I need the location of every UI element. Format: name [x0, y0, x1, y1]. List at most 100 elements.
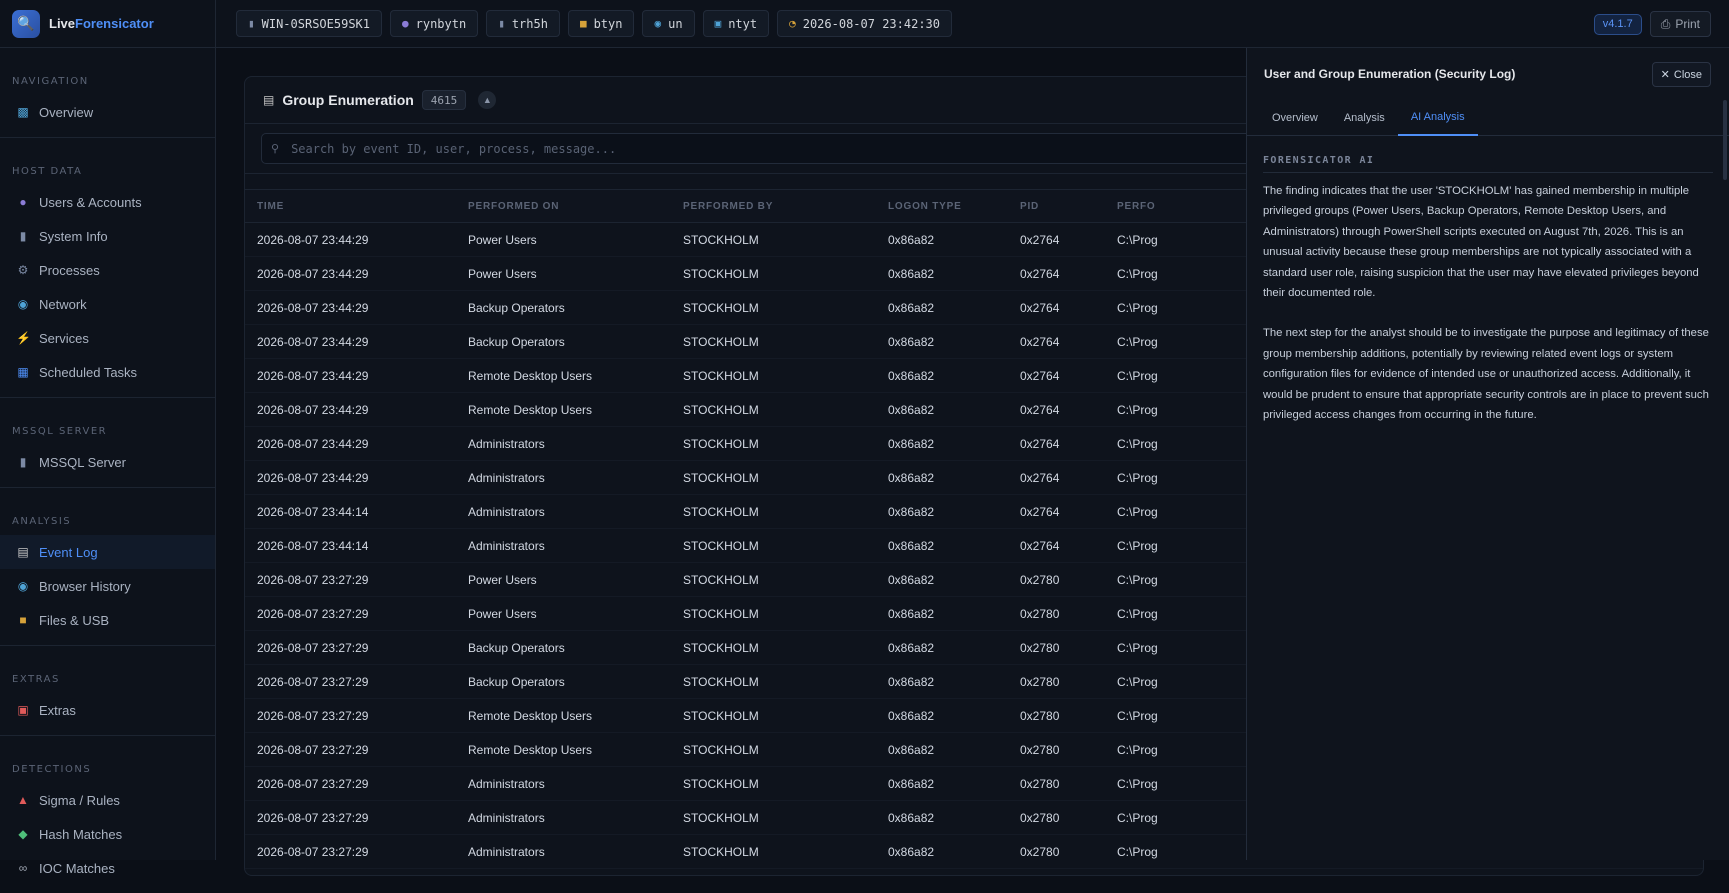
sidebar-item-services[interactable]: ⚡ Services: [0, 321, 215, 355]
cell-pid: 0x2764: [1020, 437, 1060, 451]
cell-performed-on: Administrators: [468, 845, 545, 859]
sidebar-item-browser-history[interactable]: ◉ Browser History: [0, 569, 215, 603]
cell-time: 2026-08-07 23:27:29: [257, 607, 369, 621]
ai-analysis-text: The finding indicates that the user 'STO…: [1263, 181, 1709, 425]
sidebar-item-mssql[interactable]: ▮ MSSQL Server: [0, 445, 215, 479]
user-icon: ●: [402, 17, 409, 30]
sidebar-item-users[interactable]: ● Users & Accounts: [0, 185, 215, 219]
column-header-pid[interactable]: PID: [1020, 201, 1039, 212]
cell-performed-by: STOCKHOLM: [683, 777, 759, 791]
cell-performed-by: STOCKHOLM: [683, 403, 759, 417]
chip-user[interactable]: ● rynbytn: [390, 10, 479, 37]
column-header-performed-via[interactable]: PERFO: [1117, 201, 1155, 212]
toolbox-icon: ▣: [17, 703, 29, 717]
cell-performed-via: C:\Prog: [1117, 573, 1158, 587]
cell-logon-type: 0x86a82: [888, 539, 935, 553]
cell-time: 2026-08-07 23:27:29: [257, 845, 369, 859]
cell-pid: 0x2764: [1020, 301, 1060, 315]
sidebar-item-sigma-rules[interactable]: ▲ Sigma / Rules: [0, 783, 215, 817]
sidebar-item-ioc-matches[interactable]: ∞ IOC Matches: [0, 851, 215, 885]
panel-title: User and Group Enumeration (Security Log…: [1264, 67, 1516, 81]
cell-performed-by: STOCKHOLM: [683, 301, 759, 315]
cell-time: 2026-08-07 23:44:29: [257, 335, 369, 349]
cell-pid: 0x2764: [1020, 471, 1060, 485]
print-button[interactable]: ⎙ Print: [1649, 11, 1711, 37]
cell-logon-type: 0x86a82: [888, 709, 935, 723]
search-input[interactable]: [291, 141, 1292, 156]
cell-performed-by: STOCKHOLM: [683, 233, 759, 247]
folder-icon: ■: [19, 613, 27, 627]
tab-overview[interactable]: Overview: [1259, 100, 1331, 136]
close-button[interactable]: ✕ Close: [1651, 62, 1711, 87]
cell-performed-by: STOCKHOLM: [683, 607, 759, 621]
sidebar-item-files-usb[interactable]: ■ Files & USB: [0, 603, 215, 637]
chip-timestamp[interactable]: ◔ 2026-08-07 23:42:30: [777, 10, 952, 37]
chip-domain[interactable]: ▮ trh5h: [486, 10, 560, 37]
cell-performed-by: STOCKHOLM: [683, 845, 759, 859]
tab-analysis[interactable]: Analysis: [1331, 100, 1398, 136]
search-box: ⚲: [261, 133, 1361, 164]
server-icon: ▮: [248, 17, 255, 30]
collapse-icon[interactable]: ▲: [478, 91, 497, 109]
sidebar-item-scheduled-tasks[interactable]: ▦ Scheduled Tasks: [0, 355, 215, 389]
brand[interactable]: 🔍 LiveForensicator: [0, 0, 216, 48]
column-header-performed-by[interactable]: PERFORMED BY: [683, 201, 773, 212]
cell-pid: 0x2780: [1020, 607, 1060, 621]
cell-performed-by: STOCKHOLM: [683, 675, 759, 689]
cell-pid: 0x2764: [1020, 369, 1060, 383]
cell-pid: 0x2780: [1020, 709, 1060, 723]
calendar-icon: ▦: [17, 365, 29, 379]
cell-performed-by: STOCKHOLM: [683, 471, 759, 485]
cell-logon-type: 0x86a82: [888, 573, 935, 587]
sidebar-item-hash-matches[interactable]: ◆ Hash Matches: [0, 817, 215, 851]
cell-time: 2026-08-07 23:44:29: [257, 437, 369, 451]
cell-performed-via: C:\Prog: [1117, 675, 1158, 689]
sidebar-item-system-info[interactable]: ▮ System Info: [0, 219, 215, 253]
chip-os[interactable]: ▣ ntyt: [702, 10, 770, 37]
chip-network[interactable]: ◉ un: [642, 10, 695, 37]
column-header-performed-on[interactable]: PERFORMED ON: [468, 201, 559, 212]
cell-logon-type: 0x86a82: [888, 403, 935, 417]
cell-performed-by: STOCKHOLM: [683, 505, 759, 519]
sidebar-item-extras[interactable]: ▣ Extras: [0, 693, 215, 727]
cell-pid: 0x2780: [1020, 641, 1060, 655]
cell-performed-on: Power Users: [468, 267, 537, 281]
nav-heading: DETECTIONS: [12, 764, 92, 775]
cell-performed-on: Remote Desktop Users: [468, 403, 593, 417]
chip-folder[interactable]: ■ btyn: [567, 10, 635, 37]
cell-pid: 0x2764: [1020, 403, 1060, 417]
sidebar-item-network[interactable]: ◉ Network: [0, 287, 215, 321]
cell-performed-via: C:\Prog: [1117, 335, 1158, 349]
chip-hostname[interactable]: ▮ WIN-0SRSOE59SK1: [236, 10, 382, 37]
server-icon: ▮: [498, 17, 505, 30]
column-header-time[interactable]: TIME: [257, 201, 284, 212]
tab-ai-analysis[interactable]: AI Analysis: [1397, 100, 1478, 136]
cell-performed-via: C:\Prog: [1117, 403, 1158, 417]
nav-heading: HOST DATA: [12, 166, 83, 177]
hash-icon: ◆: [18, 827, 28, 841]
cell-performed-by: STOCKHOLM: [683, 743, 759, 757]
sidebar-item-processes[interactable]: ⚙ Processes: [0, 253, 215, 287]
ai-paragraph: The finding indicates that the user 'STO…: [1263, 185, 1699, 300]
cell-pid: 0x2780: [1020, 743, 1060, 757]
cell-logon-type: 0x86a82: [888, 505, 935, 519]
panel-tabs: Overview Analysis AI Analysis: [1247, 100, 1729, 136]
card-title: Group Enumeration: [282, 92, 414, 108]
ai-paragraph: The next step for the analyst should be …: [1263, 327, 1709, 422]
cell-performed-by: STOCKHOLM: [683, 335, 759, 349]
cell-pid: 0x2780: [1020, 573, 1060, 587]
globe-icon: ◉: [17, 297, 29, 311]
cell-time: 2026-08-07 23:44:14: [257, 505, 369, 519]
cell-time: 2026-08-07 23:27:29: [257, 811, 369, 825]
sidebar-item-overview[interactable]: ▩ Overview: [0, 95, 215, 129]
count-badge: 4615: [421, 90, 467, 110]
cell-performed-via: C:\Prog: [1117, 505, 1158, 519]
cell-pid: 0x2780: [1020, 811, 1060, 825]
column-header-logon-type[interactable]: LOGON TYPE: [888, 201, 962, 212]
panel-scrollbar[interactable]: [1723, 100, 1727, 180]
cell-performed-via: C:\Prog: [1117, 301, 1158, 315]
monitor-icon: ▣: [714, 17, 722, 30]
cell-pid: 0x2764: [1020, 267, 1060, 281]
ai-heading: FORENSICATOR AI: [1263, 155, 1713, 173]
sidebar-item-event-log[interactable]: ▤ Event Log: [0, 535, 215, 569]
